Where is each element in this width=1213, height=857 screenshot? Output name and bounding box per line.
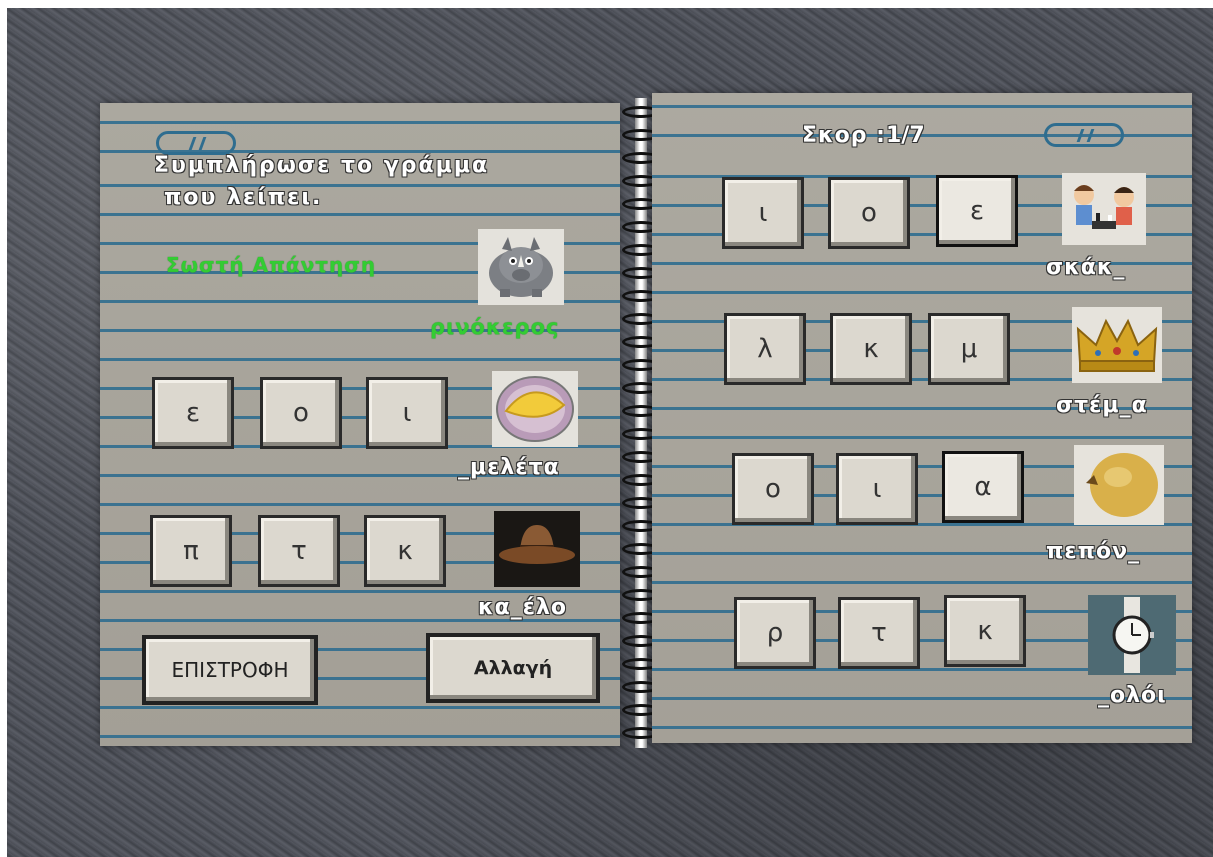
instruction-line-1: Συμπλήρωσε το γράμμα [154, 153, 490, 178]
option-tile[interactable]: τ [838, 597, 920, 669]
option-tile[interactable]: κ [944, 595, 1026, 667]
option-tile[interactable]: λ [724, 313, 806, 385]
option-tile[interactable]: ε [936, 175, 1018, 247]
option-tile[interactable]: ρ [734, 597, 816, 669]
word-label: κα_έλο [478, 595, 568, 620]
option-tile[interactable]: τ [258, 515, 340, 587]
notebook-left-page: Συμπλήρωσε το γράμμα που λείπει. Σωστή Α… [100, 103, 620, 746]
change-button[interactable]: Αλλαγή [426, 633, 600, 703]
instruction-line-2: που λείπει. [164, 185, 323, 210]
option-tile[interactable]: π [150, 515, 232, 587]
word-label: _ολόι [1098, 683, 1167, 708]
frame-top [0, 0, 1213, 8]
word-label: _μελέτα [458, 455, 560, 480]
score-display: Σκορ :1/7 [802, 123, 925, 148]
option-tile[interactable]: ο [828, 177, 910, 249]
option-tile[interactable]: α [942, 451, 1024, 523]
frame-left [0, 0, 7, 857]
page-badge [1044, 123, 1124, 147]
score-value: 1/7 [885, 123, 925, 148]
word-label: πεπόν_ [1046, 539, 1141, 564]
page-badge [156, 131, 236, 155]
melon-icon [1074, 445, 1164, 525]
option-tile[interactable]: κ [830, 313, 912, 385]
solved-word: ρινόκερος [430, 315, 560, 339]
option-tile[interactable]: ι [836, 453, 918, 525]
option-tile[interactable]: κ [364, 515, 446, 587]
rhino-icon [478, 229, 564, 305]
option-tile[interactable]: μ [928, 313, 1010, 385]
option-tile[interactable]: ε [152, 377, 234, 449]
option-tile[interactable]: ο [260, 377, 342, 449]
option-tile[interactable]: ι [722, 177, 804, 249]
chess-kids-icon [1062, 173, 1146, 245]
omelette-icon [492, 371, 578, 447]
word-label: σκάκ_ [1046, 255, 1126, 280]
option-tile[interactable]: ι [366, 377, 448, 449]
feedback-text: Σωστή Απάντηση [166, 253, 377, 277]
crown-icon [1072, 307, 1162, 383]
notebook-right-page: Σκορ :1/7 ι ο ε σκάκ_ λ κ μ στέμ_α ο ι α [652, 93, 1192, 743]
word-label: στέμ_α [1056, 393, 1148, 418]
score-label: Σκορ : [802, 123, 886, 148]
option-tile[interactable]: ο [732, 453, 814, 525]
watch-icon [1088, 595, 1176, 675]
hat-icon [494, 511, 580, 587]
back-button[interactable]: ΕΠΙΣΤΡΟΦΗ [142, 635, 318, 705]
